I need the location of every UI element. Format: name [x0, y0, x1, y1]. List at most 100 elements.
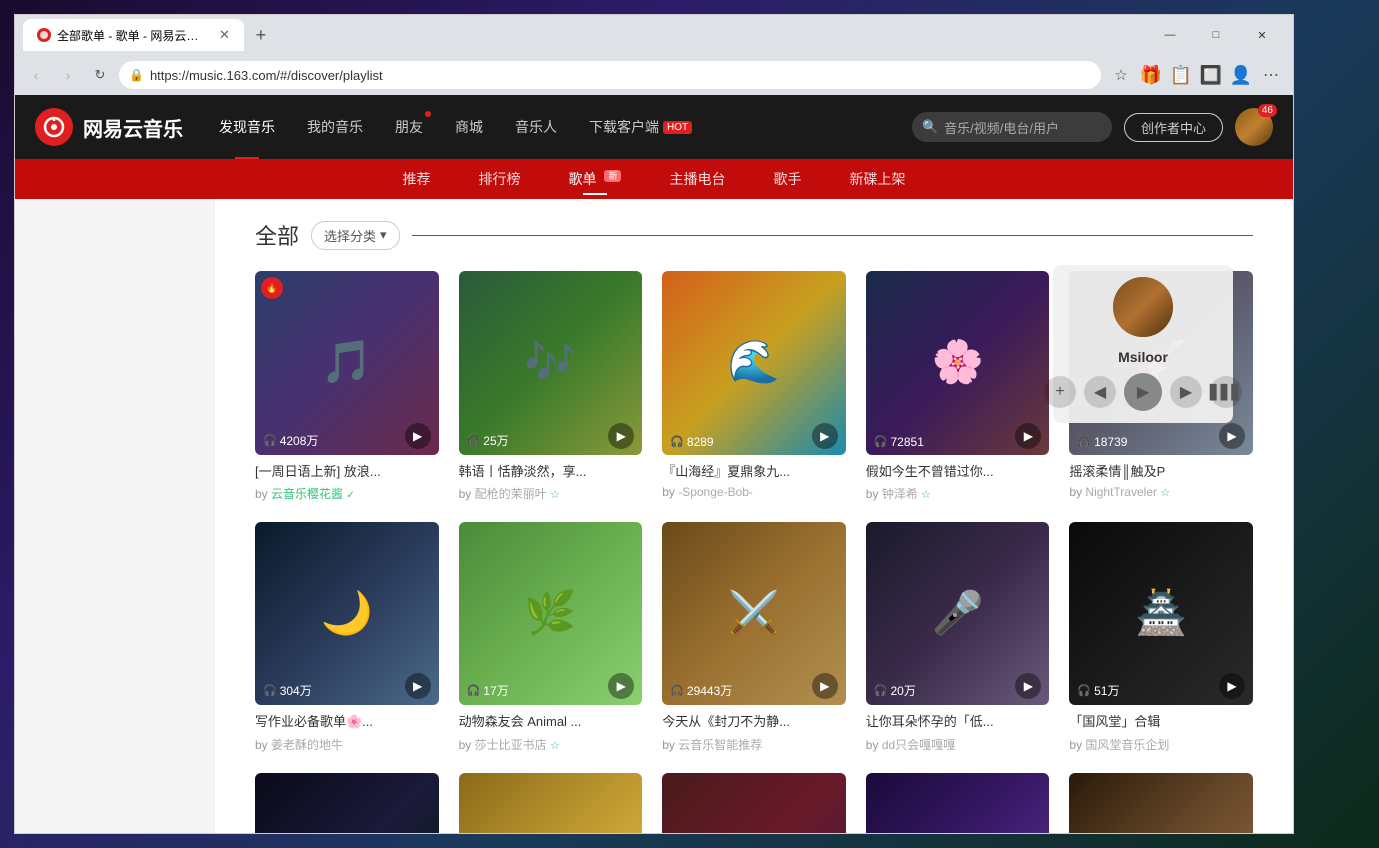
card-title: 「国风堂」合辑 [1069, 713, 1253, 731]
tab-title: 全部歌单 - 歌单 - 网易云音乐 [57, 27, 207, 44]
card-author: by 云音乐樱花酱 ✓ [255, 485, 439, 502]
card-title: 韩语丨恬静淡然，享... [459, 463, 643, 481]
new-tab-button[interactable]: + [248, 22, 274, 48]
card-thumbnail: 🌿 🎧 17万 ▶ [459, 522, 643, 706]
menu-icon[interactable]: ⋯ [1257, 61, 1285, 89]
avatar-area[interactable]: 46 [1235, 108, 1273, 146]
subnav-charts[interactable]: 排行榜 [475, 169, 525, 189]
play-count: 🎧 18739 [1077, 435, 1127, 449]
playlist-card[interactable]: 🌊 🎧 8289 ▶ 『山海经』夏鼎象九... by -Sponge-Bob- [662, 271, 846, 502]
forward-button[interactable]: › [55, 62, 81, 88]
subnav-new-albums[interactable]: 新碟上架 [845, 169, 909, 189]
card-author: by 姜老酥的地牛 [255, 736, 439, 753]
overlay-bars-button[interactable]: ▋▋▋ [1210, 376, 1242, 408]
play-count: 🎧 72851 [874, 435, 924, 449]
card-title: 假如今生不曾错过你... [866, 463, 1050, 481]
maximize-button[interactable]: □ [1193, 21, 1239, 49]
card-title: 让你耳朵怀孕的「低... [866, 713, 1050, 731]
playlist-card[interactable]: 🌙 🎧 304万 ▶ 写作业必备歌单🌸... by 姜老酥的地牛 [255, 522, 439, 753]
playlist-card[interactable]: 🎤 🎧 20万 ▶ 让你耳朵怀孕的「低... by dd只会嘎嘎嘎 [866, 522, 1050, 753]
card-title: [一周日语上新] 放浪... [255, 463, 439, 481]
card-author: by 莎士比亚书店 ☆ [459, 736, 643, 753]
playlist-card[interactable]: 🌺 🎧 102万 ▶ 动漫歌曲 by 动漫爱好者 [255, 773, 439, 833]
search-placeholder: 音乐/视频/电台/用户 [944, 118, 1059, 137]
overlay-play-button[interactable]: ▶ [1124, 373, 1162, 411]
subnav-recommend[interactable]: 推荐 [399, 169, 435, 189]
card-play-button[interactable]: ▶ [812, 423, 838, 449]
card-thumb-inner: 🌺 [255, 773, 439, 833]
overlay-avatar [1113, 277, 1173, 337]
filter-button[interactable]: 选择分类 ▾ [311, 221, 400, 250]
verify-icon: ✓ [346, 490, 354, 501]
card-author: by dd只会嘎嘎嘎 [866, 736, 1050, 753]
next-icon: ▶ [1180, 382, 1192, 402]
playlist-card[interactable]: 🎊 🎧 32万 ▶ 年味歌曲合集 by 新年音乐 [866, 773, 1050, 833]
nav-discover[interactable]: 发现音乐 [203, 95, 291, 159]
address-bar[interactable]: 🔒 https://music.163.com/#/discover/playl… [119, 61, 1101, 89]
search-bar[interactable]: 🔍 音乐/视频/电台/用户 [912, 112, 1112, 142]
overlay-next-button[interactable]: ▶ [1170, 376, 1202, 408]
playlist-card[interactable]: 🌿 🎧 17万 ▶ 动物森友会 Animal ... by 莎士比亚书店 ☆ [459, 522, 643, 753]
card-play-button[interactable]: ▶ [812, 673, 838, 699]
overlay-add-button[interactable]: + [1044, 376, 1076, 408]
browser-tab[interactable]: 全部歌单 - 歌单 - 网易云音乐 ✕ [23, 19, 244, 51]
overlay-username: Msiloor [1118, 349, 1168, 365]
app-logo [35, 108, 73, 146]
playlist-card[interactable]: 🏯 🎧 51万 ▶ 「国风堂」合辑 by 国风堂音乐企划 [1069, 522, 1253, 753]
refresh-button[interactable]: ↻ [87, 62, 113, 88]
nav-download[interactable]: 下载客户端 HOT [573, 95, 708, 159]
extension-icon2[interactable]: 📋 [1167, 61, 1195, 89]
headphone-icon: 🎧 [670, 435, 684, 448]
extension-icon1[interactable]: 🎁 [1137, 61, 1165, 89]
creator-center-button[interactable]: 创作者中心 [1124, 113, 1223, 142]
headphone-icon: 🎧 [263, 684, 277, 697]
playlist-card[interactable]: 🌸 🎧 72851 ▶ 假如今生不曾错过你... by 钟泽希 ☆ [866, 271, 1050, 502]
subnav-artists[interactable]: 歌手 [769, 169, 805, 189]
playlist-card[interactable]: 🎵 🎧 4208万 ▶ 🔥 [一周日语上新] 放浪... by 云音乐樱花酱 ✓ [255, 271, 439, 502]
close-button[interactable]: ✕ [1239, 21, 1285, 49]
plus-icon: + [1055, 383, 1064, 401]
bookmark-icon[interactable]: ☆ [1107, 61, 1135, 89]
card-author: by NightTraveler ☆ [1069, 485, 1253, 499]
notification-badge: 46 [1258, 104, 1277, 117]
card-author: by -Sponge-Bob- [662, 485, 846, 499]
subnav-playlist[interactable]: 歌单 新 [565, 169, 626, 189]
card-title: 今天从《封刀不为静... [662, 713, 846, 731]
back-button[interactable]: ‹ [23, 62, 49, 88]
overlay-prev-button[interactable]: ◀ [1084, 376, 1116, 408]
headphone-icon: 🎧 [670, 684, 684, 697]
hot-badge: HOT [663, 121, 692, 134]
overlay-panel: Msiloor + ◀ ▶ ▶ [1053, 265, 1233, 423]
main-navigation: 发现音乐 我的音乐 朋友 商城 音乐人 [203, 95, 912, 159]
playlist-card[interactable]: 🔥 🎧 45万 ▶ 热血战歌 by 战歌爱好者 [662, 773, 846, 833]
card-play-button[interactable]: ▶ [405, 423, 431, 449]
card-thumb-inner: 📅 [459, 773, 643, 833]
playlist-card[interactable]: 📅 🎧 88万 ▶ 2019年度最拉新歌 TOP50 by 网易云音乐 [459, 773, 643, 833]
card-play-button[interactable]: ▶ [1219, 423, 1245, 449]
card-thumbnail: 🎤 🎧 20万 ▶ [866, 522, 1050, 706]
nav-musician[interactable]: 音乐人 [499, 95, 573, 159]
play-count: 🎧 25万 [467, 432, 509, 449]
star-icon: ☆ [550, 489, 560, 501]
tab-close-icon[interactable]: ✕ [219, 27, 230, 43]
hot-corner-icon: 🔥 [261, 277, 283, 299]
playlist-card[interactable]: ⚔️ 🎧 29443万 ▶ 今天从《封刀不为静... by 云音乐智能推荐 [662, 522, 846, 753]
nav-friends[interactable]: 朋友 [379, 95, 439, 159]
card-play-button[interactable]: ▶ [608, 423, 634, 449]
playlist-card[interactable]: 👾 🎧 77万 ▶ 二次元综合 by 二次元音乐站 [1069, 773, 1253, 833]
extension-icon3[interactable]: 🔲 [1197, 61, 1225, 89]
profile-icon[interactable]: 👤 [1227, 61, 1255, 89]
nav-shop[interactable]: 商城 [439, 95, 499, 159]
tab-favicon [37, 28, 51, 42]
card-play-button[interactable]: ▶ [1015, 423, 1041, 449]
playlist-card[interactable]: 🎶 🎧 25万 ▶ 韩语丨恬静淡然，享... by 配枪的茉丽叶 ☆ [459, 271, 643, 502]
card-author: by 国风堂音乐企划 [1069, 736, 1253, 753]
minimize-button[interactable]: — [1147, 21, 1193, 49]
section-title: 全部 [255, 219, 299, 251]
subnav-radio[interactable]: 主播电台 [665, 169, 729, 189]
card-author: by 配枪的茉丽叶 ☆ [459, 485, 643, 502]
search-icon: 🔍 [922, 119, 938, 135]
card-play-button[interactable]: ▶ [405, 673, 431, 699]
headphone-icon: 🎧 [1077, 684, 1091, 697]
nav-mymusic[interactable]: 我的音乐 [291, 95, 379, 159]
